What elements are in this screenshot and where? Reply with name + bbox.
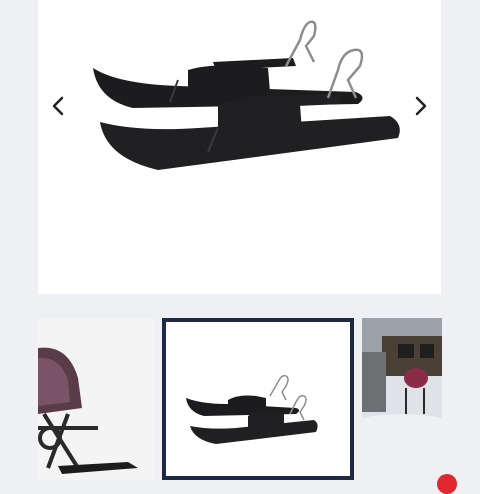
carousel-next-button[interactable] xyxy=(406,88,436,124)
notification-badge xyxy=(437,474,457,494)
stroller-in-snow-image xyxy=(362,318,442,480)
carousel-prev-button[interactable] xyxy=(43,88,73,124)
stroller-with-skis-image xyxy=(38,318,154,480)
chevron-right-icon xyxy=(415,96,427,116)
thumbnail-1[interactable] xyxy=(38,318,154,480)
main-product-image xyxy=(38,0,441,294)
thumbnail-3[interactable] xyxy=(362,318,442,480)
chevron-left-icon xyxy=(52,96,64,116)
thumbnail-2[interactable] xyxy=(162,318,354,480)
stroller-skis-image xyxy=(166,322,350,476)
stroller-skis-image xyxy=(93,20,400,170)
thumbnail-strip xyxy=(0,318,480,480)
